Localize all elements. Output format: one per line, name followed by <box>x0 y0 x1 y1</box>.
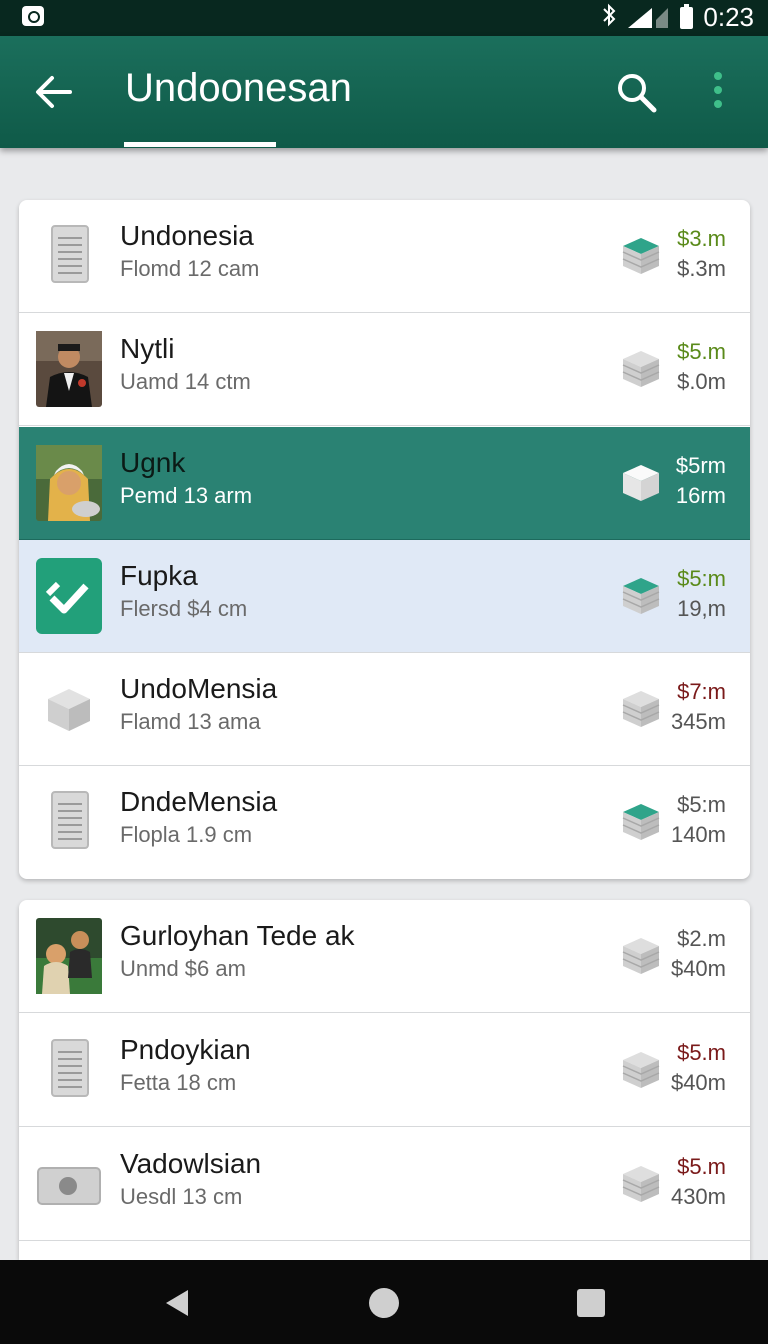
home-icon[interactable] <box>367 1286 401 1320</box>
check-app-icon <box>36 558 102 634</box>
cube-icon <box>619 800 663 844</box>
cube-icon <box>36 671 102 747</box>
value-primary: $5.m <box>677 1154 726 1179</box>
cube-icon <box>619 574 663 618</box>
list-item[interactable]: Pndoykian Fetta 18 cm $5.m $40m <box>19 1014 750 1127</box>
document-icon <box>36 218 102 294</box>
cube-icon <box>619 1162 663 1206</box>
item-name: Ugnk <box>120 447 186 478</box>
value-primary: $5rm <box>675 453 726 478</box>
value-secondary: $.0m <box>677 369 726 394</box>
photo-avatar-icon <box>36 918 102 994</box>
item-subtitle: Fetta 18 cm <box>120 1070 237 1095</box>
list-card-primary: Undonesia Flomd 12 cam $3.m $.3m Nytli U… <box>19 200 750 879</box>
system-icons: 0:23 <box>602 2 754 33</box>
item-subtitle: Flopla 1.9 cm <box>120 822 253 847</box>
item-subtitle: Flomd 12 cam <box>120 256 260 281</box>
item-name: Nytli <box>120 333 175 364</box>
navigation-bar <box>0 1260 768 1344</box>
value-primary: $2.m <box>677 926 726 951</box>
status-bar: 0:23 <box>0 0 768 36</box>
item-name: Fupka <box>120 560 198 591</box>
app-bar: Undoonesan <box>0 36 768 148</box>
value-secondary: $40m <box>670 1070 726 1095</box>
recents-icon[interactable] <box>574 1286 608 1320</box>
list-item[interactable]: Nytli Uamd 14 ctm $5.m $.0m <box>19 313 750 426</box>
list-item-selected[interactable]: Ugnk Pemd 13 arm $5rm 16rm <box>19 427 750 540</box>
item-subtitle: Flersd $4 cm <box>120 596 248 621</box>
value-secondary: 430m <box>670 1184 726 1209</box>
back-arrow-icon[interactable] <box>30 68 78 116</box>
value-primary: $3.m <box>677 226 726 251</box>
list-item[interactable]: UndoMensia Flamd 13 ama $7:m 345m <box>19 653 750 766</box>
item-name: Pndoykian <box>120 1034 251 1065</box>
item-subtitle: Pemd 13 arm <box>120 483 253 508</box>
item-subtitle: Uamd 14 ctm <box>120 369 251 394</box>
value-secondary: $.3m <box>677 256 726 281</box>
value-secondary: 140m <box>670 822 726 847</box>
value-primary: $5:m <box>677 566 726 591</box>
bluetooth-icon <box>602 3 616 33</box>
list-item[interactable]: Undonesia Flomd 12 cam $3.m $.3m <box>19 200 750 313</box>
cube-icon <box>619 347 663 391</box>
value-secondary: 345m <box>670 709 726 734</box>
item-subtitle: Unmd $6 am <box>120 956 246 981</box>
cube-icon <box>619 234 663 278</box>
photo-avatar-icon <box>36 331 102 407</box>
item-subtitle: Flamd 13 ama <box>120 709 261 734</box>
item-name: Gurloyhan Tede ak <box>120 920 355 951</box>
cube-icon <box>619 1048 663 1092</box>
item-name: Vadowlsian <box>120 1148 262 1179</box>
list-item[interactable]: Fupka Flersd $4 cm $5:m 19,m <box>19 540 750 653</box>
item-name: Undonesia <box>120 220 254 251</box>
value-primary: $5:m <box>677 792 726 817</box>
cube-icon <box>619 934 663 978</box>
list-item[interactable]: Vadowlsian Uesdl 13 cm $5.m 430m <box>19 1128 750 1241</box>
photo-avatar-icon <box>36 445 102 521</box>
item-name: DndeMensia <box>120 786 278 817</box>
cube-icon <box>619 461 663 505</box>
value-secondary: 16rm <box>675 483 726 508</box>
card-icon <box>36 1146 102 1222</box>
value-primary: $5.m <box>677 1040 726 1065</box>
list-item[interactable]: Gurloyhan Tede ak Unmd $6 am $2.m $40m <box>19 900 750 1013</box>
value-primary: $5.m <box>677 339 726 364</box>
page-title: Undoonesan <box>125 66 352 110</box>
cube-icon <box>619 687 663 731</box>
status-time: 0:23 <box>703 2 754 32</box>
item-subtitle: Uesdl 13 cm <box>120 1184 243 1209</box>
value-secondary: $40m <box>670 956 726 981</box>
document-icon <box>36 1032 102 1108</box>
list-item[interactable]: DndeMensia Flopla 1.9 cm $5:m 140m <box>19 766 750 879</box>
signal-icon <box>626 6 670 30</box>
document-icon <box>36 784 102 860</box>
item-name: UndoMensia <box>120 673 278 704</box>
value-primary: $7:m <box>677 679 726 704</box>
camera-notification-icon <box>22 6 44 26</box>
back-icon[interactable] <box>160 1286 194 1320</box>
more-options-icon[interactable] <box>700 66 736 116</box>
value-secondary: 19,m <box>677 596 726 621</box>
list-card-secondary: Gurloyhan Tede ak Unmd $6 am $2.m $40m P… <box>19 900 750 1260</box>
battery-icon <box>680 3 694 29</box>
search-icon[interactable] <box>612 68 662 118</box>
title-underline <box>124 142 276 147</box>
